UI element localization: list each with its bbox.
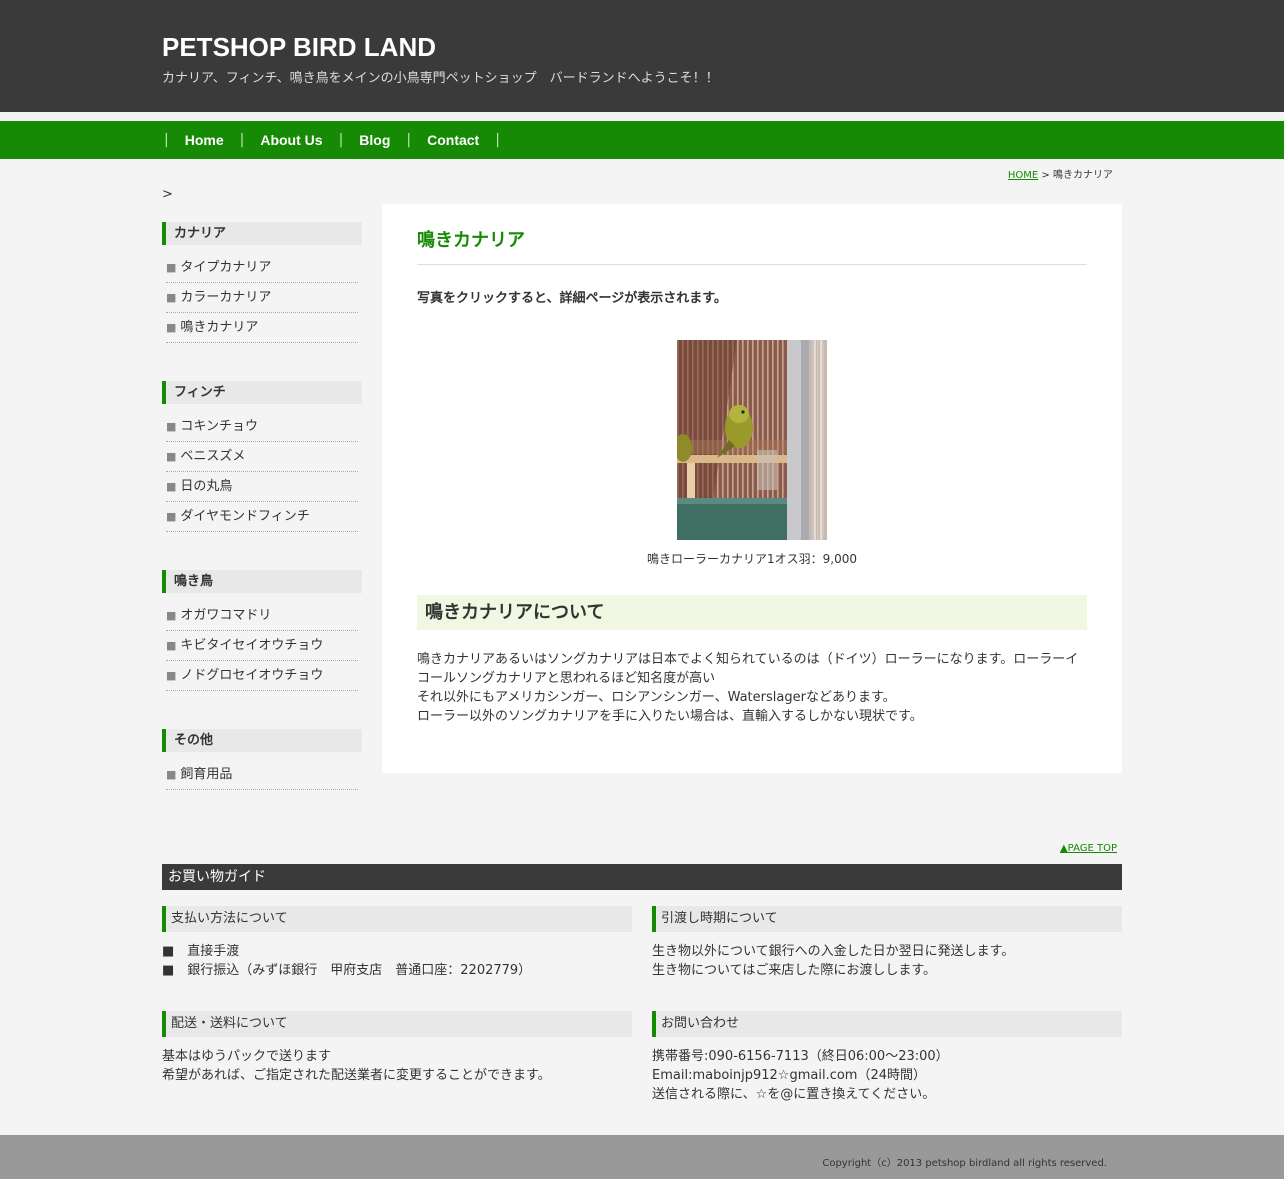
- stray-text: >: [162, 187, 173, 202]
- sidebar-heading: その他: [162, 729, 362, 752]
- breadcrumb: HOME > 鳴きカナリア: [1008, 166, 1113, 181]
- square-bullet-icon: ■: [166, 450, 177, 463]
- guide-payment: 支払い方法について ■ 直接手渡 ■ 銀行振込（みずほ銀行 甲府支店 普通口座：…: [162, 906, 632, 980]
- guide-heading: 引渡し時期について: [652, 906, 1122, 932]
- site-description: カナリア、フィンチ、鳴き鳥をメインの小鳥専門ペットショップ バードランドへようこ…: [162, 71, 719, 86]
- nav-separator: |: [495, 132, 500, 148]
- sidebar-item-label: コキンチョウ: [180, 419, 259, 434]
- guide-line: ■ 銀行振込（みずほ銀行 甲府支店 普通口座：2202779）: [162, 963, 532, 978]
- nav-blog[interactable]: Blog: [345, 132, 404, 148]
- sidebar-item-label: ノドグロセイオウチョウ: [180, 668, 324, 683]
- sidebar-section-songbird: 鳴き鳥 ■ オガワコマドリ ■ キビタイセイオウチョウ ■ ノドグロセイオウチョウ: [162, 570, 362, 691]
- lead-text: 写真をクリックすると、詳細ページが表示されます。: [417, 291, 727, 306]
- guide-contact: お問い合わせ 携帯番号:090-6156-7113（終日06:00～23:00）…: [652, 1011, 1122, 1104]
- sidebar-item-red-avadavat[interactable]: ■ ベニスズメ: [166, 442, 358, 472]
- sidebar-item-yellow-fronted-leafbird[interactable]: ■ キビタイセイオウチョウ: [166, 631, 358, 661]
- nav-separator: |: [164, 132, 169, 148]
- breadcrumb-current: 鳴きカナリア: [1053, 170, 1113, 181]
- guide-line: 基本はゆうパックで送ります: [162, 1049, 332, 1064]
- sidebar-item-label: 飼育用品: [180, 767, 233, 782]
- square-bullet-icon: ■: [166, 639, 177, 652]
- sidebar-heading: カナリア: [162, 222, 362, 245]
- square-bullet-icon: ■: [166, 510, 177, 523]
- sidebar-item-color-canary[interactable]: ■ カラーカナリア: [166, 283, 358, 313]
- product-caption: 鳴きローラーカナリア1オス羽：9,000: [647, 552, 857, 566]
- description-text: 鳴きカナリアあるいはソングカナリアは日本でよく知られているのは（ドイツ）ローラー…: [417, 650, 1087, 726]
- guide-line: 生き物についてはご来店した際にお渡しします。: [652, 963, 937, 978]
- description-line: それ以外にもアメリカシンガー、ロシアンシンガー、Waterslagerなどありま…: [417, 690, 896, 705]
- sidebar-item-bluethroat[interactable]: ■ オガワコマドリ: [166, 601, 358, 631]
- sidebar-item-label: ダイヤモンドフィンチ: [180, 509, 310, 524]
- sidebar-item-label: タイプカナリア: [180, 260, 272, 275]
- guide-line: 送信される際に、☆を@に置き換えてください。: [652, 1087, 936, 1102]
- global-nav: | Home | About Us | Blog | Contact |: [0, 121, 1284, 159]
- shopping-guide-title: お買い物ガイド: [162, 864, 1122, 890]
- section-heading: 鳴きカナリアについて: [417, 595, 1087, 630]
- square-bullet-icon: ■: [166, 768, 177, 781]
- sidebar-item-supplies[interactable]: ■ 飼育用品: [166, 760, 358, 790]
- guide-delivery-time: 引渡し時期について 生き物以外について銀行への入金した日か翌日に発送します。 生…: [652, 906, 1122, 980]
- sidebar-item-label: カラーカナリア: [180, 290, 272, 305]
- nav-separator: |: [406, 132, 412, 148]
- nav-contact[interactable]: Contact: [413, 132, 493, 148]
- nav-separator: |: [338, 132, 344, 148]
- sidebar-item-type-canary[interactable]: ■ タイプカナリア: [166, 253, 358, 283]
- breadcrumb-separator: >: [1038, 170, 1053, 181]
- main-content: 鳴きカナリア 写真をクリックすると、詳細ページが表示されます。 鳴きローラーカナ…: [382, 204, 1122, 773]
- guide-heading: 支払い方法について: [162, 906, 632, 932]
- sidebar-item-label: ベニスズメ: [180, 449, 246, 464]
- guide-heading: お問い合わせ: [652, 1011, 1122, 1037]
- description-line: 鳴きカナリアあるいはソングカナリアは日本でよく知られているのは（ドイツ）ローラー…: [417, 652, 1079, 686]
- breadcrumb-home-link[interactable]: HOME: [1008, 170, 1038, 181]
- guide-line: 生き物以外について銀行への入金した日か翌日に発送します。: [652, 944, 1015, 959]
- square-bullet-icon: ■: [166, 291, 177, 304]
- nav-home[interactable]: Home: [171, 132, 238, 148]
- guide-line: Email:maboinjp912☆gmail.com（24時間）: [652, 1068, 927, 1083]
- sidebar-section-finch: フィンチ ■ コキンチョウ ■ ベニスズメ ■ 日の丸鳥 ■ ダイヤモンドフィンチ: [162, 381, 362, 532]
- guide-shipping: 配送・送料について 基本はゆうパックで送ります 希望があれば、ご指定された配送業…: [162, 1011, 632, 1085]
- sidebar-item-label: 鳴きカナリア: [180, 320, 259, 335]
- site-header: PETSHOP BIRD LAND カナリア、フィンチ、鳴き鳥をメインの小鳥専門…: [0, 0, 1284, 112]
- guide-line: 携帯番号:090-6156-7113（終日06:00～23:00）: [652, 1049, 949, 1064]
- copyright-text: Copyright（c）2013 petshop birdland all ri…: [822, 1158, 1107, 1169]
- sidebar-item-diamond-finch[interactable]: ■ ダイヤモンドフィンチ: [166, 502, 358, 532]
- nav-about-us[interactable]: About Us: [246, 132, 336, 148]
- square-bullet-icon: ■: [166, 261, 177, 274]
- page-top-link[interactable]: ▲PAGE TOP: [1060, 843, 1117, 854]
- sidebar-item-label: オガワコマドリ: [180, 608, 272, 623]
- sidebar-section-canary: カナリア ■ タイプカナリア ■ カラーカナリア ■ 鳴きカナリア: [162, 222, 362, 343]
- site-title[interactable]: PETSHOP BIRD LAND: [162, 32, 436, 63]
- sidebar-item-label: 日の丸鳥: [180, 479, 233, 494]
- sidebar-section-other: その他 ■ 飼育用品: [162, 729, 362, 790]
- sidebar: カナリア ■ タイプカナリア ■ カラーカナリア ■ 鳴きカナリア フィンチ ■ コキン…: [162, 222, 362, 828]
- square-bullet-icon: ■: [166, 420, 177, 433]
- product-figure: 鳴きローラーカナリア1オス羽：9,000: [417, 340, 1087, 567]
- page-title: 鳴きカナリア: [417, 226, 1087, 265]
- square-bullet-icon: ■: [166, 609, 177, 622]
- square-bullet-icon: ■: [166, 669, 177, 682]
- site-footer: Copyright（c）2013 petshop birdland all ri…: [0, 1135, 1284, 1179]
- canary-photo[interactable]: [677, 340, 827, 540]
- sidebar-item-gouldian-finch[interactable]: ■ コキンチョウ: [166, 412, 358, 442]
- sidebar-item-label: キビタイセイオウチョウ: [180, 638, 324, 653]
- sidebar-heading: 鳴き鳥: [162, 570, 362, 593]
- nav-separator: |: [239, 132, 245, 148]
- square-bullet-icon: ■: [166, 480, 177, 493]
- sidebar-heading: フィンチ: [162, 381, 362, 404]
- sidebar-item-hinomaru[interactable]: ■ 日の丸鳥: [166, 472, 358, 502]
- guide-heading: 配送・送料について: [162, 1011, 632, 1037]
- sidebar-item-song-canary[interactable]: ■ 鳴きカナリア: [166, 313, 358, 343]
- description-line: ローラー以外のソングカナリアを手に入りたい場合は、直輸入するしかない現状です。: [417, 709, 923, 724]
- guide-line: 希望があれば、ご指定された配送業者に変更することができます。: [162, 1068, 551, 1083]
- square-bullet-icon: ■: [166, 321, 177, 334]
- sidebar-item-black-throated-leafbird[interactable]: ■ ノドグロセイオウチョウ: [166, 661, 358, 691]
- guide-line: ■ 直接手渡: [162, 944, 240, 959]
